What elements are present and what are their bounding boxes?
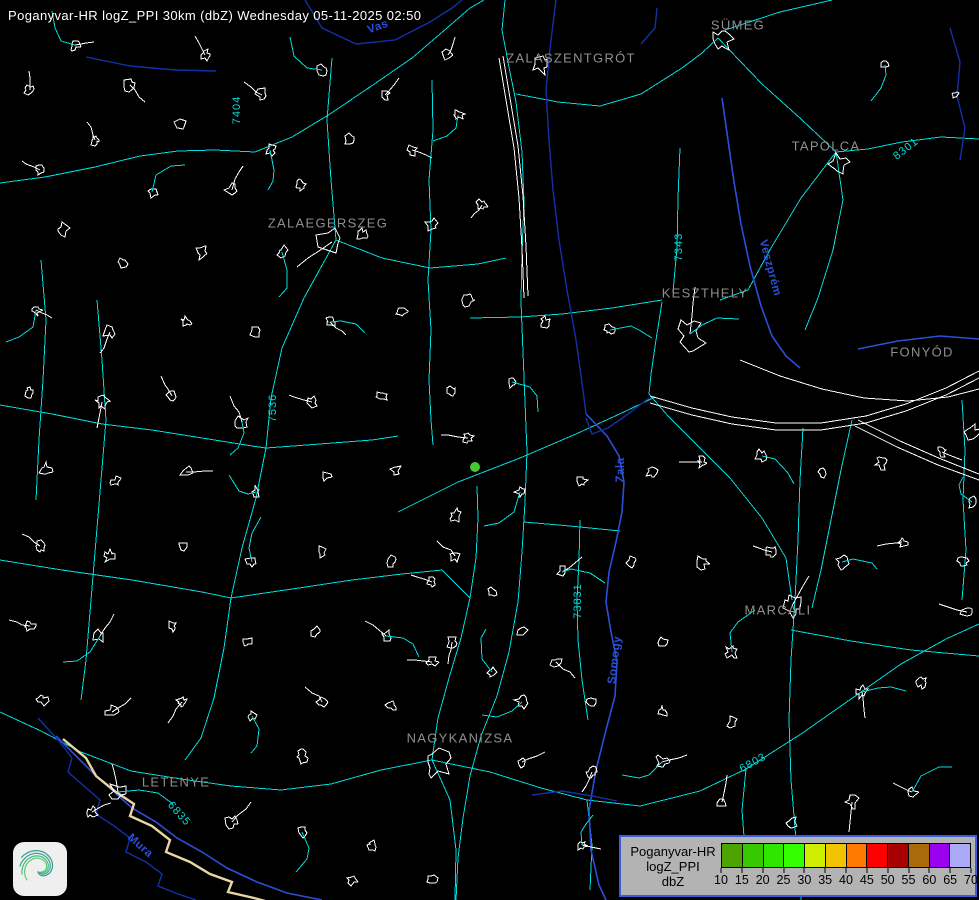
legend-color-cell [909, 844, 930, 867]
town-label-zalaegerszeg: ZALAEGERSZEG [268, 216, 388, 231]
legend-tick-label: 25 [777, 873, 791, 887]
roads-layer [0, 0, 979, 900]
river-label-zala: Zala [615, 457, 627, 482]
legend-tick-label: 55 [902, 873, 916, 887]
legend-tick-label: 15 [735, 873, 749, 887]
met-hu-spiral-logo[interactable] [13, 842, 67, 896]
radar-echo-layer [470, 462, 480, 472]
legend-tick-label: 50 [881, 873, 895, 887]
legend-color-cell [826, 844, 847, 867]
legend-product-info: Poganyvar-HR logZ_PPI dbZ [625, 844, 721, 889]
legend-tick-label: 70 [964, 873, 978, 887]
legend-tick-label: 35 [818, 873, 832, 887]
road-number-label: 73831 [572, 583, 584, 619]
precipitation-echo [470, 462, 480, 472]
town-label-sumeg: SÜMEG [711, 18, 765, 33]
legend-tick-label: 60 [922, 873, 936, 887]
logo-background [13, 842, 67, 896]
town-label-nagykanizsa: NAGYKANIZSA [407, 731, 514, 746]
legend-color-cell [764, 844, 785, 867]
dbz-color-legend: Poganyvar-HR logZ_PPI dbZ 10 15 20 25 30 35 40… [619, 835, 977, 897]
product-title: Poganyvar-HR logZ_PPI 30km (dbZ) Wednesd… [8, 8, 421, 23]
legend-color-cell [888, 844, 909, 867]
road-number-label: 7536 [267, 394, 279, 422]
legend-color-cell [805, 844, 826, 867]
radar-viewer: { "title": "Poganyvar-HR logZ_PPI 30km (… [0, 0, 979, 900]
legend-color-cell [867, 844, 888, 867]
legend-color-cell [743, 844, 764, 867]
legend-tick-label: 45 [860, 873, 874, 887]
legend-color-cell [784, 844, 805, 867]
legend-tick-label: 65 [943, 873, 957, 887]
road-number-label: 7404 [231, 96, 243, 124]
legend-color-cell [847, 844, 868, 867]
legend-tick-label: 30 [797, 873, 811, 887]
legend-tick-labels: 10152025303540455055606570 [721, 873, 971, 888]
legend-radar-name: Poganyvar-HR [625, 844, 721, 859]
legend-color-strip [721, 843, 971, 868]
legend-product-name: logZ_PPI [625, 859, 721, 874]
legend-tick-label: 20 [756, 873, 770, 887]
rivers-layer [38, 0, 979, 900]
radar-map [0, 0, 979, 900]
town-label-fonyod: FONYÓD [890, 345, 953, 360]
legend-scale: 10152025303540455055606570 [721, 840, 971, 892]
town-label-marcali: MARCALI [745, 603, 812, 618]
town-label-zalaszentgrot: ZALASZENTGRÓT [506, 51, 636, 66]
legend-tick-label: 40 [839, 873, 853, 887]
legend-unit: dbZ [625, 874, 721, 889]
road-number-label: 7343 [673, 233, 685, 261]
legend-color-cell [950, 844, 970, 867]
town-label-keszthely: KESZTHELY [662, 286, 749, 301]
town-label-letenye: LETENYE [142, 775, 210, 790]
town-label-tapolca: TAPOLCA [792, 139, 861, 154]
legend-color-cell [722, 844, 743, 867]
legend-tick-label: 10 [714, 873, 728, 887]
country-border-layer [63, 739, 280, 900]
legend-color-cell [930, 844, 951, 867]
railways-layer [499, 56, 979, 480]
